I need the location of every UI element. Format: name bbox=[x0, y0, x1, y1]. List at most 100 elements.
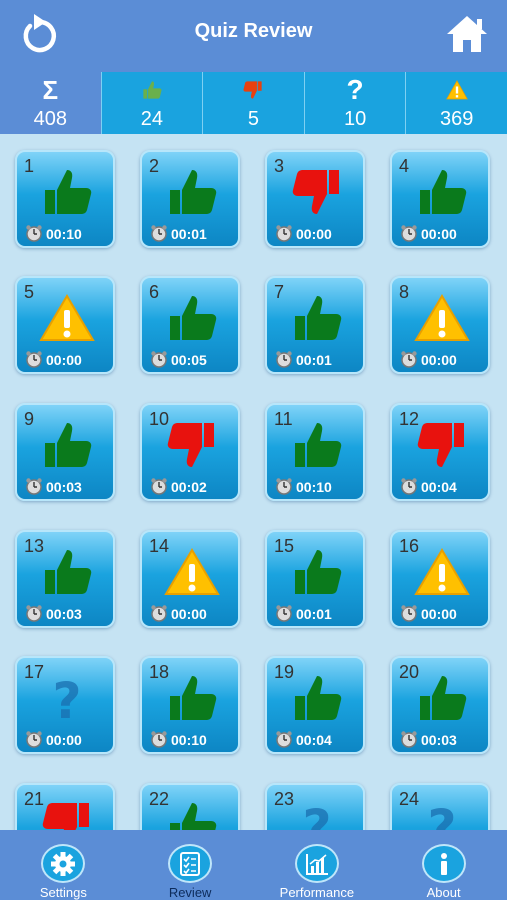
thumbs-down-icon bbox=[243, 81, 263, 99]
question-time: 00:00 bbox=[171, 606, 207, 622]
question-tile[interactable]: 9 00:03 bbox=[15, 403, 115, 501]
question-tile[interactable]: 21 bbox=[15, 783, 115, 830]
question-grid: 1 00:10 2 00:01 3 00:00 4 00:00 5 00:00 6 00:05 7 00:… bbox=[0, 134, 507, 830]
question-tile[interactable]: 14 00:00 bbox=[140, 530, 240, 628]
stat-unanswered-value: 10 bbox=[343, 108, 367, 130]
warning-icon bbox=[414, 544, 470, 600]
question-tile[interactable]: 12 00:04 bbox=[390, 403, 490, 501]
sigma-icon: Σ bbox=[42, 74, 59, 105]
alarm-clock-icon bbox=[150, 604, 168, 622]
alarm-clock-icon bbox=[400, 224, 418, 242]
question-time: 00:10 bbox=[296, 479, 332, 495]
thumbs-up-icon bbox=[164, 164, 220, 220]
question-tile[interactable]: 4 00:00 bbox=[390, 150, 490, 248]
stat-wrong[interactable]: 5 bbox=[202, 72, 304, 134]
home-icon[interactable] bbox=[445, 14, 489, 54]
question-tile[interactable]: 11 00:10 bbox=[265, 403, 365, 501]
question-tile[interactable]: 2 00:01 bbox=[140, 150, 240, 248]
question-icon: ? bbox=[39, 670, 95, 730]
question-number: 4 bbox=[399, 156, 410, 176]
alarm-clock-icon bbox=[25, 350, 43, 368]
question-icon: ? bbox=[414, 797, 470, 830]
question-time: 00:01 bbox=[171, 226, 207, 242]
bar-chart-icon bbox=[305, 853, 328, 875]
question-number: 8 bbox=[399, 282, 410, 302]
thumbs-up-icon bbox=[289, 670, 345, 726]
question-tile[interactable]: 17? 00:00 bbox=[15, 656, 115, 754]
svg-text:?: ? bbox=[427, 799, 456, 830]
stats-bar: Σ 408 24 5 ? 10 369 bbox=[0, 72, 507, 134]
question-time: 00:01 bbox=[296, 352, 332, 368]
thumbs-up-icon bbox=[164, 797, 220, 830]
thumbs-up-icon bbox=[39, 544, 95, 600]
alarm-clock-icon bbox=[275, 350, 293, 368]
thumbs-down-icon bbox=[39, 797, 95, 830]
warning-icon bbox=[414, 290, 470, 346]
warning-icon bbox=[164, 544, 220, 600]
question-tile[interactable]: 18 00:10 bbox=[140, 656, 240, 754]
thumbs-up-icon bbox=[289, 290, 345, 346]
alarm-clock-icon bbox=[400, 477, 418, 495]
question-tile[interactable]: 23? bbox=[265, 783, 365, 830]
alarm-clock-icon bbox=[400, 730, 418, 748]
question-number: 7 bbox=[274, 282, 285, 302]
tab-about[interactable]: About bbox=[380, 830, 507, 900]
alarm-clock-icon bbox=[275, 224, 293, 242]
thumbs-up-icon bbox=[164, 290, 220, 346]
alarm-clock-icon bbox=[25, 477, 43, 495]
question-time: 00:00 bbox=[421, 352, 457, 368]
question-number: 9 bbox=[24, 409, 35, 429]
question-time: 00:05 bbox=[171, 352, 207, 368]
question-tile[interactable]: 5 00:00 bbox=[15, 276, 115, 374]
gear-icon bbox=[51, 851, 76, 876]
alarm-clock-icon bbox=[275, 730, 293, 748]
thumbs-up-icon bbox=[39, 417, 95, 473]
alarm-clock-icon bbox=[400, 604, 418, 622]
question-tile[interactable]: 15 00:01 bbox=[265, 530, 365, 628]
question-number: 2 bbox=[149, 156, 160, 176]
question-tile[interactable]: 24? bbox=[390, 783, 490, 830]
tab-performance[interactable]: Performance bbox=[254, 830, 381, 900]
question-tile[interactable]: 19 00:04 bbox=[265, 656, 365, 754]
tab-review[interactable]: Review bbox=[127, 830, 254, 900]
question-tile[interactable]: 13 00:03 bbox=[15, 530, 115, 628]
stat-correct-value: 24 bbox=[140, 108, 164, 130]
alarm-clock-icon bbox=[400, 350, 418, 368]
question-tile[interactable]: 8 00:00 bbox=[390, 276, 490, 374]
question-tile[interactable]: 20 00:03 bbox=[390, 656, 490, 754]
stat-warning[interactable]: 369 bbox=[405, 72, 507, 134]
svg-text:?: ? bbox=[302, 799, 331, 830]
question-time: 00:02 bbox=[171, 479, 207, 495]
stat-warning-value: 369 bbox=[439, 108, 474, 130]
thumbs-up-icon bbox=[143, 81, 162, 99]
tab-performance-label: Performance bbox=[279, 885, 355, 900]
stat-correct[interactable]: 24 bbox=[100, 72, 203, 134]
question-tile[interactable]: 16 00:00 bbox=[390, 530, 490, 628]
stat-total[interactable]: Σ 408 bbox=[0, 72, 101, 134]
info-icon bbox=[440, 852, 447, 875]
question-number: 3 bbox=[274, 156, 285, 176]
question-time: 00:00 bbox=[46, 352, 82, 368]
question-tile[interactable]: 6 00:05 bbox=[140, 276, 240, 374]
alarm-clock-icon bbox=[150, 350, 168, 368]
question-time: 00:03 bbox=[421, 732, 457, 748]
question-time: 00:04 bbox=[421, 479, 457, 495]
alarm-clock-icon bbox=[25, 730, 43, 748]
question-tile[interactable]: 10 00:02 bbox=[140, 403, 240, 501]
alarm-clock-icon bbox=[150, 477, 168, 495]
question-icon: ? bbox=[289, 797, 345, 830]
question-tile[interactable]: 22 bbox=[140, 783, 240, 830]
question-tile[interactable]: 1 00:10 bbox=[15, 150, 115, 248]
question-time: 00:00 bbox=[421, 606, 457, 622]
thumbs-down-icon bbox=[289, 164, 345, 220]
question-tile[interactable]: 7 00:01 bbox=[265, 276, 365, 374]
question-number: 1 bbox=[24, 156, 35, 176]
tab-settings-label: Settings bbox=[39, 885, 87, 900]
thumbs-up-icon bbox=[289, 417, 345, 473]
stat-unanswered[interactable]: ? 10 bbox=[303, 72, 406, 134]
thumbs-up-icon bbox=[289, 544, 345, 600]
alarm-clock-icon bbox=[150, 224, 168, 242]
tab-about-label: About bbox=[426, 885, 461, 900]
question-tile[interactable]: 3 00:00 bbox=[265, 150, 365, 248]
tab-settings[interactable]: Settings bbox=[0, 830, 127, 900]
